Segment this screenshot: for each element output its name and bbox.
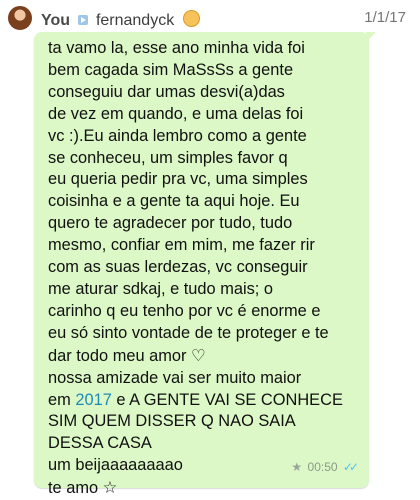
message-line: nossa amizade vai ser muito maior <box>48 368 302 387</box>
message-fragment: te amo <box>48 479 99 498</box>
star-icon: ★ <box>291 460 303 474</box>
message-line: DESSA CASA <box>48 434 152 453</box>
message-line: carinho q eu tenho por vc é enorme e <box>48 301 321 320</box>
message-fragment: em <box>48 390 71 409</box>
message-fragment: dar todo meu amor <box>48 346 187 365</box>
sender-name: You <box>41 12 71 29</box>
message-line: bem cagada sim MaSsSs a gente <box>48 60 294 79</box>
message-header: You fernandyck 1/1/17 <box>0 0 420 36</box>
message-line: vc :).Eu ainda lembro como a gente <box>48 126 307 145</box>
forward-icon <box>78 15 89 25</box>
message-line: SIM QUEM DISSER Q NAO SAIA <box>48 412 296 431</box>
avatar[interactable] <box>8 6 32 30</box>
message-fragment: e A GENTE VAI SE CONHECE <box>116 390 343 409</box>
message-meta: ★ 00:50 ✓✓ <box>291 460 359 474</box>
message-line: conseguiu dar umas desvi(a)das <box>48 82 285 101</box>
double-check-icon: ✓✓ <box>342 460 359 474</box>
year-link[interactable]: 2017 <box>75 391 111 409</box>
message-line: coisinha e a gente ta aqui hoje. Eu <box>48 192 300 211</box>
message-text: ta vamo la, esse ano minha vida foi bem … <box>48 38 368 500</box>
message-line: me aturar sdkaj, e tudo mais; o <box>48 279 274 298</box>
message-line: de vez em quando, e uma delas foi <box>48 104 304 123</box>
message-line: eu queria pedir pra vc, uma simples <box>48 170 308 189</box>
message-line: quero te agradecer por tudo, tudo <box>48 214 293 233</box>
message-date: 1/1/17 <box>364 9 406 26</box>
message-line-with-star: te amo ☆ <box>48 477 368 500</box>
baby-emoji-icon <box>182 10 200 27</box>
star-emoji: ☆ <box>102 478 118 498</box>
message-time: 00:50 <box>307 460 338 474</box>
recipient-name[interactable]: fernandyck <box>96 12 174 29</box>
sender-recipient: You fernandyck <box>41 8 200 30</box>
message-line: se conheceu, um simples favor q <box>48 148 288 167</box>
message-line: ta vamo la, esse ano minha vida foi <box>48 39 305 57</box>
message-line: eu só sinto vontade de te proteger e te <box>48 323 329 342</box>
message-line: com as suas lerdezas, vc conseguir <box>48 258 308 277</box>
message-bubble[interactable]: ta vamo la, esse ano minha vida foi bem … <box>34 32 376 497</box>
heart-emoji: ♡ <box>191 345 206 365</box>
message-line: mesmo, confiar em mim, me fazer rir <box>48 236 315 255</box>
message-line-with-year: em 2017 e A GENTE VAI SE CONHECE <box>48 390 368 412</box>
message-line-with-heart: dar todo meu amor ♡ <box>48 345 368 368</box>
